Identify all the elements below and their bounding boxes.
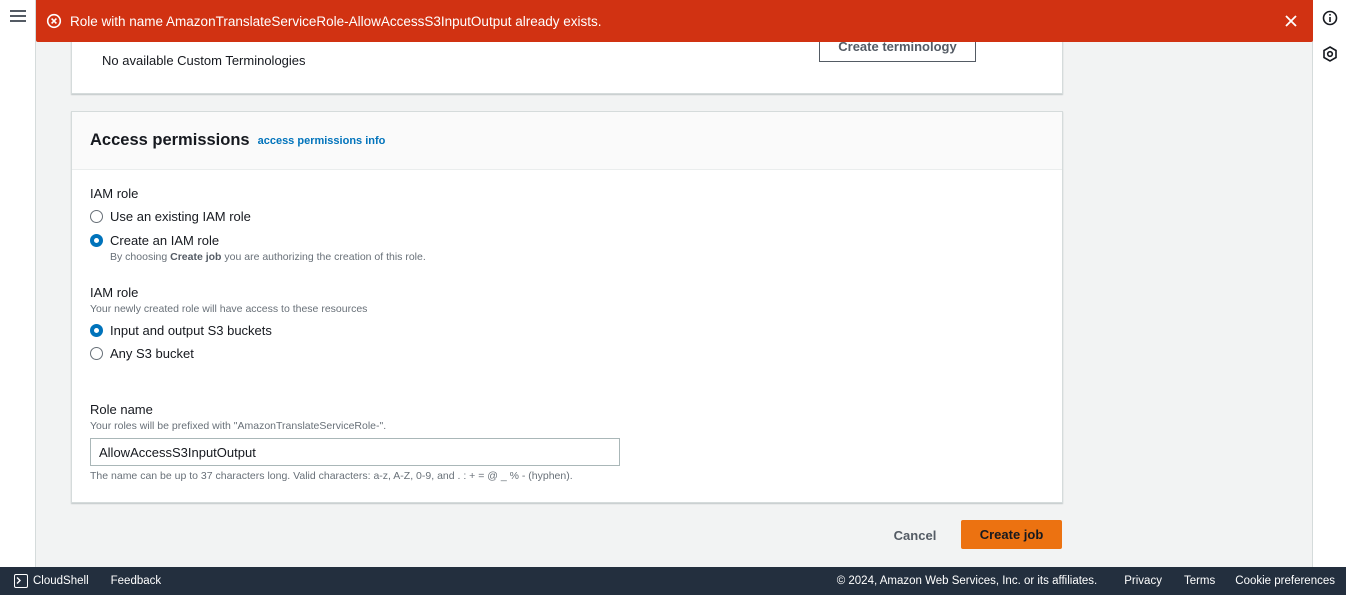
error-circle-icon (46, 13, 62, 29)
radio-input-output-buckets[interactable]: Input and output S3 buckets (90, 323, 272, 338)
create-role-note: By choosing Create job you are authorizi… (110, 251, 426, 263)
info-icon[interactable] (1321, 9, 1339, 27)
radio-button-checked[interactable] (90, 234, 103, 247)
right-tools-rail (1312, 0, 1346, 567)
role-name-input[interactable] (90, 438, 620, 466)
cancel-button[interactable]: Cancel (880, 521, 950, 549)
radio-button[interactable] (90, 347, 103, 360)
flash-message: Role with name AmazonTranslateServiceRol… (70, 13, 602, 29)
radio-label: Use an existing IAM role (110, 209, 251, 224)
radio-button[interactable] (90, 210, 103, 223)
error-flashbar: Role with name AmazonTranslateServiceRol… (36, 0, 1313, 42)
radio-label: Create an IAM role (110, 233, 220, 248)
radio-use-existing-role[interactable]: Use an existing IAM role (90, 209, 251, 224)
feedback-link[interactable]: Feedback (111, 575, 162, 587)
panel-title: Access permissions (90, 131, 250, 149)
iam-role-scope-label: IAM role (90, 285, 139, 300)
role-name-constraint: The name can be up to 37 characters long… (90, 470, 573, 482)
info-link[interactable]: access permissions info (258, 135, 386, 147)
note-bold: Create job (170, 251, 222, 263)
role-name-desc: Your roles will be prefixed with "Amazon… (90, 420, 387, 432)
terms-link[interactable]: Terms (1184, 575, 1215, 587)
radio-label: Any S3 bucket (110, 346, 194, 361)
terminal-icon[interactable] (14, 574, 28, 588)
radio-create-role[interactable]: Create an IAM role (90, 233, 219, 248)
privacy-link[interactable]: Privacy (1124, 575, 1162, 587)
create-job-button[interactable]: Create job (961, 520, 1062, 549)
iam-role-label: IAM role (90, 186, 139, 201)
role-name-label: Role name (90, 402, 153, 417)
access-permissions-panel: Access permissions access permissions in… (71, 111, 1063, 503)
close-icon[interactable] (1277, 7, 1305, 35)
iam-role-scope-desc: Your newly created role will have access… (90, 303, 368, 315)
panel-header: Access permissions access permissions in… (72, 112, 1062, 170)
copyright-text: © 2024, Amazon Web Services, Inc. or its… (836, 575, 1098, 587)
note-suffix: you are authorizing the creation of this… (221, 251, 426, 263)
left-nav-rail (0, 0, 36, 567)
no-terminologies-text: No available Custom Terminologies (102, 53, 306, 68)
cloudshell-link[interactable]: CloudShell (33, 575, 89, 587)
radio-button-checked[interactable] (90, 324, 103, 337)
console-footer: CloudShell Feedback © 2024, Amazon Web S… (0, 567, 1346, 595)
hexagon-settings-icon[interactable] (1321, 45, 1339, 63)
radio-any-bucket[interactable]: Any S3 bucket (90, 346, 194, 361)
radio-label: Input and output S3 buckets (110, 323, 272, 338)
hamburger-icon[interactable] (10, 10, 26, 24)
cookie-preferences-link[interactable]: Cookie preferences (1235, 575, 1335, 587)
note-prefix: By choosing (110, 251, 171, 263)
